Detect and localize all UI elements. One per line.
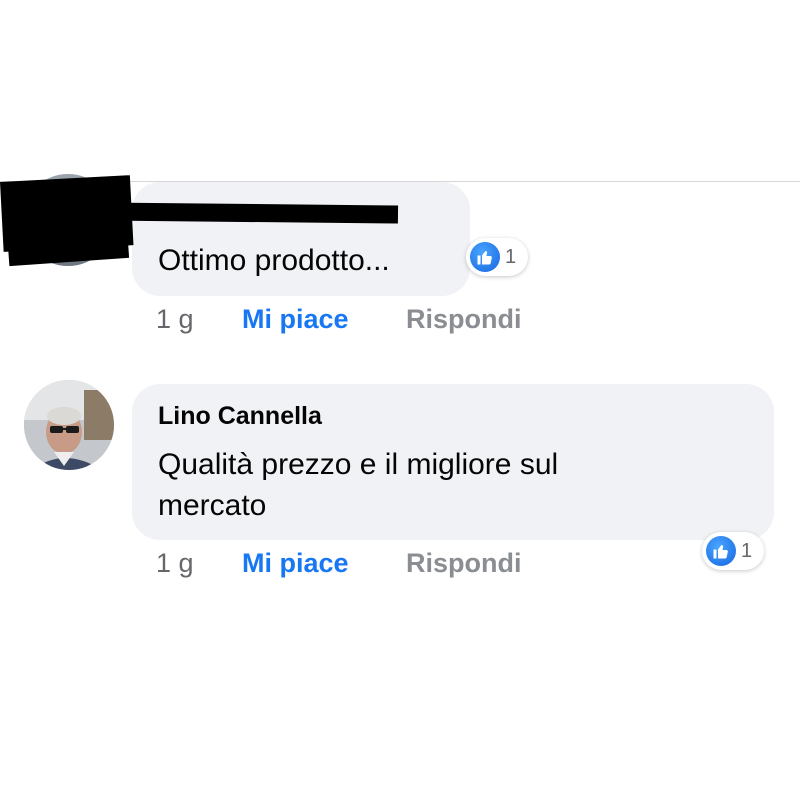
comment-actions: 1 g Mi piace Rispondi [156, 548, 522, 579]
comment-thread: Ottimo prodotto... 1 1 g Mi piace Rispon… [0, 174, 800, 612]
comment-text-line: mercato [158, 489, 267, 522]
reaction-count[interactable]: 1 [466, 238, 528, 276]
comment-time[interactable]: 1 g [156, 548, 242, 579]
redaction-bar [6, 221, 130, 267]
reply-button[interactable]: Rispondi [406, 304, 522, 335]
reaction-count-number: 1 [741, 539, 753, 562]
comment-text: Ottimo prodotto... [158, 244, 390, 277]
like-thumbs-up-icon [706, 536, 736, 566]
avatar[interactable] [24, 380, 114, 470]
comment-bubble: Lino Cannella Qualità prezzo e il miglio… [132, 384, 774, 540]
redaction-bar [99, 202, 399, 224]
avatar-photo [24, 380, 114, 470]
like-button[interactable]: Mi piace [242, 304, 406, 335]
comment-bubble: Ottimo prodotto... [132, 182, 470, 296]
comment-author[interactable]: Lino Cannella [158, 402, 322, 431]
comment-actions: 1 g Mi piace Rispondi [156, 304, 522, 335]
comment-text-line: Qualità prezzo e il migliore sul [158, 448, 559, 481]
reply-button[interactable]: Rispondi [406, 548, 522, 579]
reaction-count-number: 1 [505, 245, 517, 268]
reaction-count[interactable]: 1 [702, 532, 764, 570]
comment-time[interactable]: 1 g [156, 304, 242, 335]
like-thumbs-up-icon [470, 242, 500, 272]
like-button[interactable]: Mi piace [242, 548, 406, 579]
